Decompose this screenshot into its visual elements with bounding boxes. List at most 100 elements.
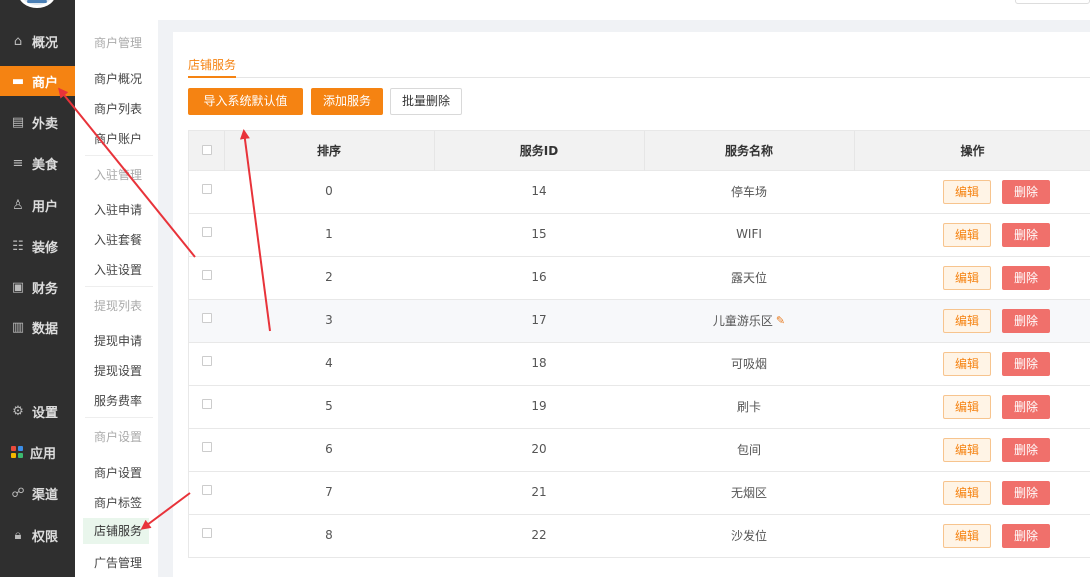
nav-item-decorate[interactable]: ☷ 装修 — [0, 231, 75, 261]
subnav-item-entry-settings[interactable]: 入驻设置 — [94, 261, 142, 278]
import-default-button[interactable]: 导入系统默认值 — [188, 88, 303, 115]
table-row: 4 18 可吸烟 编辑 删除 — [189, 343, 1090, 386]
subnav-item-ad-management[interactable]: 广告管理 — [94, 554, 142, 571]
subnav-item-package[interactable]: 入驻套餐 — [94, 231, 142, 248]
subnav-item-service-rate[interactable]: 服务费率 — [94, 392, 142, 409]
edit-button[interactable]: 编辑 — [943, 524, 991, 548]
delete-button[interactable]: 删除 — [1002, 223, 1050, 247]
cell-service-name: 露天位 — [644, 256, 854, 298]
row-checkbox[interactable] — [201, 442, 212, 452]
decorate-icon: ☷ — [12, 238, 24, 254]
row-select-cell — [189, 386, 224, 428]
edit-button[interactable]: 编辑 — [943, 352, 991, 376]
subnav-item-store-services[interactable]: 店铺服务 — [83, 518, 149, 544]
table-header: 排序 服务ID 服务名称 操作 — [189, 131, 1090, 171]
cell-sort: 7 — [325, 485, 333, 499]
nav-item-merchant[interactable]: ▬ 商户 — [0, 66, 75, 96]
row-select-cell — [189, 515, 224, 557]
nav-item-permission[interactable]: 🔒︎ 权限 — [0, 520, 75, 550]
delete-button[interactable]: 删除 — [1002, 438, 1050, 462]
nav-label: 美食 — [32, 157, 59, 173]
service-name-text: 停车场 — [730, 184, 767, 199]
edit-button[interactable]: 编辑 — [943, 223, 991, 247]
divider — [85, 286, 153, 287]
nav-item-overview[interactable]: ⌂ 概况 — [0, 26, 75, 56]
subnav-item-merchant-tags[interactable]: 商户标签 — [94, 494, 142, 511]
row-checkbox[interactable] — [201, 313, 212, 323]
delete-button[interactable]: 删除 — [1002, 395, 1050, 419]
row-checkbox[interactable] — [201, 356, 212, 366]
cell-service-name: 儿童游乐区 ✎ — [644, 299, 854, 341]
nav-item-food[interactable]: ≡ 美食 — [0, 148, 75, 178]
top-right-control[interactable] — [1015, 0, 1090, 4]
tab-bar: 店铺服务 — [188, 50, 1090, 78]
row-checkbox[interactable] — [201, 528, 212, 538]
edit-button[interactable]: 编辑 — [943, 481, 991, 505]
delete-button[interactable]: 删除 — [1002, 524, 1050, 548]
primary-sidebar: ⌂ 概况 ▬ 商户 ▤ 外卖 ≡ 美食 ♙ 用户 ☷ 装修 ▣ 财务 ▥ 数据 … — [0, 0, 75, 577]
nav-item-apps[interactable]: 应用 — [0, 437, 75, 467]
cell-service-id: 18 — [531, 356, 547, 370]
subnav-group-title: 商户设置 — [94, 430, 143, 444]
cell-service-id: 14 — [531, 184, 547, 198]
delete-button[interactable]: 删除 — [1002, 309, 1050, 333]
home-icon: ⌂ — [13, 33, 23, 49]
divider — [85, 417, 153, 418]
row-checkbox[interactable] — [201, 399, 212, 409]
edit-pencil-icon[interactable]: ✎ — [776, 314, 785, 327]
edit-button[interactable]: 编辑 — [943, 180, 991, 204]
cell-service-name: 可吸烟 — [644, 342, 854, 384]
service-name-text: 刷卡 — [736, 399, 761, 414]
table-row: 5 19 刷卡 编辑 删除 — [189, 386, 1090, 429]
subnav-group-title: 商户管理 — [94, 36, 143, 50]
nav-item-channel[interactable]: ☍ 渠道 — [0, 478, 75, 508]
subnav-item-merchant-account[interactable]: 商户账户 — [94, 130, 142, 147]
service-name-text: 包间 — [736, 442, 761, 457]
nav-item-takeout[interactable]: ▤ 外卖 — [0, 107, 75, 137]
row-select-cell — [189, 171, 224, 213]
subnav-item-merchant-overview[interactable]: 商户概况 — [94, 70, 142, 87]
cell-sort: 0 — [325, 184, 333, 198]
secondary-sidebar: 商户管理 商户概况 商户列表 商户账户 入驻管理 入驻申请 入驻套餐 入驻设置 … — [75, 0, 158, 577]
subnav-item-merchant-list[interactable]: 商户列表 — [94, 100, 142, 117]
main-panel: 店铺服务 导入系统默认值 添加服务 批量删除 排序 服务ID 服务名称 操作 0… — [173, 32, 1090, 577]
add-service-button[interactable]: 添加服务 — [311, 88, 383, 115]
nav-item-settings[interactable]: ⚙ 设置 — [0, 396, 75, 426]
subnav-item-withdraw-settings[interactable]: 提现设置 — [94, 362, 142, 379]
row-checkbox[interactable] — [201, 270, 212, 280]
tab-store-services[interactable]: 店铺服务 — [188, 56, 237, 78]
nav-item-data[interactable]: ▥ 数据 — [0, 312, 75, 342]
select-all-checkbox[interactable] — [201, 144, 212, 155]
cell-service-id: 21 — [531, 485, 547, 499]
edit-button[interactable]: 编辑 — [943, 266, 991, 290]
nav-label: 权限 — [32, 529, 59, 545]
nav-item-finance[interactable]: ▣ 财务 — [0, 272, 75, 302]
subnav-item-apply[interactable]: 入驻申请 — [94, 201, 142, 218]
table-row: 3 17 儿童游乐区 ✎ 编辑 删除 — [189, 300, 1090, 343]
edit-button[interactable]: 编辑 — [943, 309, 991, 333]
column-header-id: 服务ID — [519, 144, 559, 158]
table-body: 0 14 停车场 编辑 删除 1 15 WIFI 编辑 删除 2 16 露天位 编辑 删除 3 17 儿童游乐区 ✎… — [189, 171, 1090, 558]
edit-button[interactable]: 编辑 — [943, 438, 991, 462]
cell-sort: 1 — [325, 227, 333, 241]
delete-button[interactable]: 删除 — [1002, 352, 1050, 376]
nav-item-user[interactable]: ♙ 用户 — [0, 190, 75, 220]
table-row: 8 22 沙发位 编辑 删除 — [189, 515, 1090, 558]
delete-button[interactable]: 删除 — [1002, 266, 1050, 290]
subnav-item-merchant-settings[interactable]: 商户设置 — [94, 464, 142, 481]
select-all-cell — [189, 131, 224, 170]
cell-service-id: 22 — [531, 528, 547, 542]
delete-button[interactable]: 删除 — [1002, 481, 1050, 505]
nav-label: 用户 — [32, 199, 59, 215]
subnav-item-withdraw-apply[interactable]: 提现申请 — [94, 332, 142, 349]
nav-label: 商户 — [32, 75, 59, 91]
table-row: 1 15 WIFI 编辑 删除 — [189, 214, 1090, 257]
row-checkbox[interactable] — [201, 184, 212, 194]
batch-delete-button[interactable]: 批量删除 — [390, 88, 462, 115]
row-checkbox[interactable] — [201, 485, 212, 495]
nav-label: 概况 — [32, 35, 59, 51]
delete-button[interactable]: 删除 — [1002, 180, 1050, 204]
row-checkbox[interactable] — [201, 227, 212, 237]
top-bar — [158, 0, 1090, 20]
edit-button[interactable]: 编辑 — [943, 395, 991, 419]
